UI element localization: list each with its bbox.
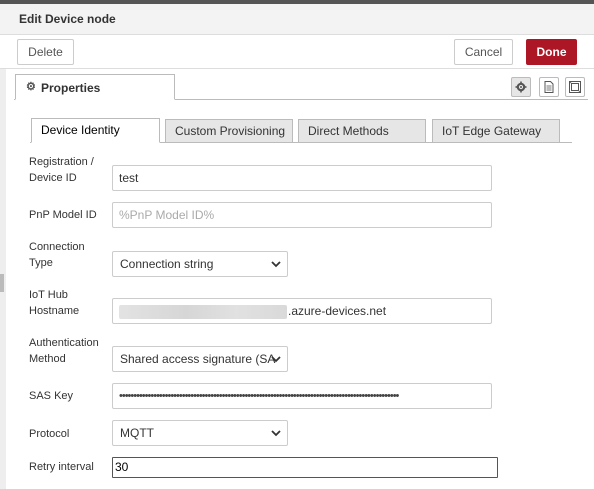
pnp-model-id-label: PnP Model ID bbox=[29, 209, 97, 221]
connection-type-select[interactable]: Connection string bbox=[112, 251, 288, 277]
registration-label-line2: Device ID bbox=[29, 172, 77, 184]
gear-icon bbox=[515, 81, 527, 93]
hostname-suffix: .azure-devices.net bbox=[288, 304, 387, 318]
auth-method-value: Shared access signature (SA bbox=[120, 352, 276, 366]
cancel-button[interactable]: Cancel bbox=[454, 39, 513, 65]
protocol-label: Protocol bbox=[29, 428, 70, 440]
tab-properties-label: Properties bbox=[41, 81, 101, 95]
redacted-hostname bbox=[119, 304, 287, 319]
sas-key-label: SAS Key bbox=[29, 390, 74, 402]
settings-tab-button[interactable] bbox=[511, 77, 531, 97]
auth-method-label-line2: Method bbox=[29, 353, 66, 365]
hostname-input[interactable]: .azure-devices.net bbox=[112, 298, 492, 324]
chevron-down-icon bbox=[271, 430, 281, 437]
hostname-label-line2: Hostname bbox=[29, 305, 80, 317]
tab-device-identity[interactable]: Device Identity bbox=[31, 118, 160, 143]
appearance-tab-button[interactable] bbox=[565, 77, 585, 97]
tab-properties[interactable]: ⚙ Properties bbox=[15, 74, 175, 100]
registration-label: Registration / Device ID bbox=[29, 154, 94, 186]
tab-custom-provisioning[interactable]: Custom Provisioning bbox=[165, 119, 293, 143]
delete-button[interactable]: Delete bbox=[17, 39, 74, 65]
hostname-label: IoT Hub Hostname bbox=[29, 287, 79, 319]
done-button[interactable]: Done bbox=[526, 39, 577, 65]
auth-method-label-line1: Authentication bbox=[29, 337, 99, 349]
frame-icon bbox=[569, 81, 581, 93]
dialog-title: Edit Device node bbox=[19, 12, 116, 26]
protocol-select[interactable]: MQTT bbox=[112, 420, 288, 446]
description-tab-button[interactable] bbox=[539, 77, 559, 97]
connection-type-label: Connection Type bbox=[29, 239, 85, 271]
connection-type-label-line2: Type bbox=[29, 257, 53, 269]
auth-method-select[interactable]: Shared access signature (SA bbox=[112, 346, 288, 372]
connection-type-value: Connection string bbox=[120, 257, 214, 271]
gear-icon: ⚙ bbox=[26, 81, 36, 93]
retry-interval-label: Retry interval bbox=[29, 461, 94, 473]
registration-label-line1: Registration / bbox=[29, 156, 94, 168]
hostname-label-line1: IoT Hub bbox=[29, 289, 68, 301]
retry-interval-input[interactable]: 30 bbox=[112, 457, 498, 478]
pnp-model-id-input[interactable]: %PnP Model ID% bbox=[112, 202, 492, 228]
workspace-edge bbox=[0, 69, 6, 489]
protocol-value: MQTT bbox=[120, 426, 154, 440]
tab-iot-edge-gateway[interactable]: IoT Edge Gateway bbox=[432, 119, 560, 143]
sas-key-input[interactable]: ••••••••••••••••••••••••••••••••••••••••… bbox=[112, 383, 492, 409]
chevron-down-icon bbox=[271, 261, 281, 268]
dialog-toolbar: Delete Cancel Done bbox=[0, 35, 594, 69]
workspace-handle bbox=[0, 274, 4, 292]
auth-method-label: Authentication Method bbox=[29, 335, 99, 367]
connection-type-label-line1: Connection bbox=[29, 241, 85, 253]
device-id-input[interactable]: test bbox=[112, 165, 492, 191]
dialog-titlebar: Edit Device node bbox=[0, 4, 594, 35]
chevron-down-icon bbox=[271, 356, 281, 363]
document-icon bbox=[544, 81, 554, 93]
tab-direct-methods[interactable]: Direct Methods bbox=[298, 119, 426, 143]
